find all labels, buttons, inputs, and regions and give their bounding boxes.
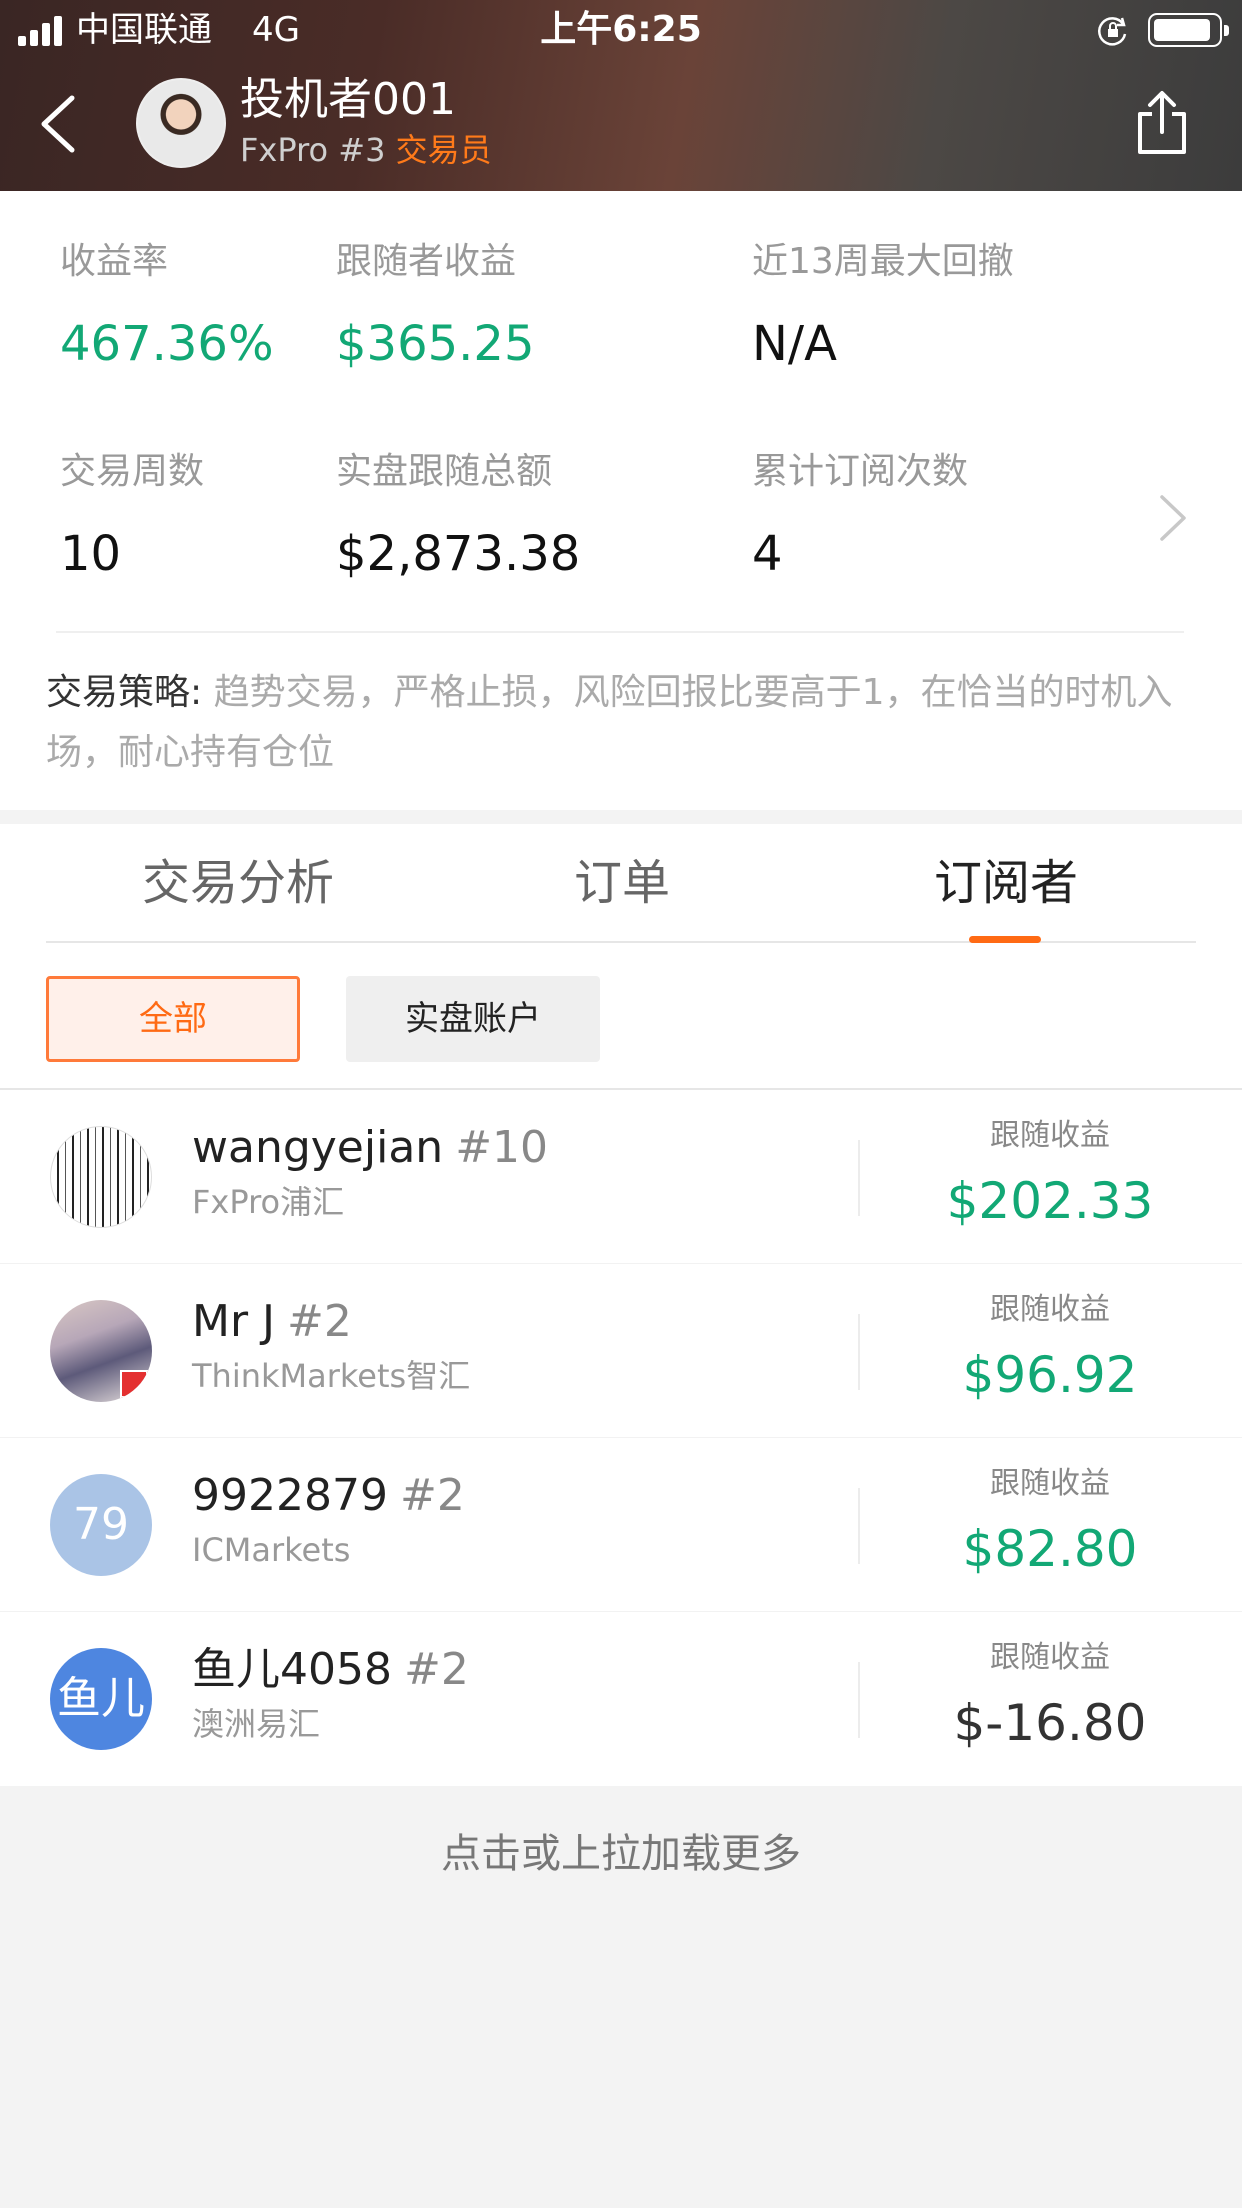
follow-profit-label: 跟随收益 (990, 1292, 1110, 1327)
subscriber-name-line: wangyejian #10 (192, 1120, 548, 1176)
filter-all-button[interactable]: 全部 (46, 976, 300, 1062)
chevron-right-icon[interactable] (1154, 491, 1190, 545)
subscriber-list: wangyejian #10 FxPro浦汇 跟随收益 $202.33 Mr J #… (0, 1090, 1242, 1786)
stats-panel[interactable]: 收益率 467.36% 跟随者收益 $365.25 近13周最大回撤 N/A 交… (0, 191, 1242, 810)
row-divider (858, 1662, 860, 1738)
tab-trading-analysis[interactable]: 交易分析 (142, 848, 334, 918)
subscriber-avatar: 鱼儿 (50, 1648, 152, 1750)
tab-orders[interactable]: 订单 (574, 848, 670, 918)
stat-value-follower-profit: $365.25 (336, 316, 535, 372)
follow-profit-value: $82.80 (962, 1520, 1138, 1578)
stat-label-return-rate: 收益率 (60, 241, 169, 282)
back-button[interactable] (30, 88, 90, 160)
subscriber-name-line: Mr J #2 (192, 1294, 352, 1350)
trader-avatar[interactable] (136, 78, 226, 168)
subscriber-row[interactable]: Mr J #2 ThinkMarkets智汇 跟随收益 $96.92 (0, 1264, 1242, 1438)
subscriber-name: 鱼儿4058 (192, 1644, 392, 1695)
subscriber-broker: ICMarkets (192, 1531, 351, 1569)
subscriber-name-line: 9922879 #2 (192, 1468, 465, 1524)
strategy-label: 交易策略: (46, 672, 203, 713)
trader-subtitle: FxPro #3 交易员 (240, 130, 492, 170)
row-divider (858, 1314, 860, 1390)
subscriber-avatar: 79 (50, 1474, 152, 1576)
flag-icon (120, 1370, 148, 1398)
stat-value-max-drawdown: N/A (752, 316, 837, 372)
row-divider (858, 1140, 860, 1216)
status-bar: 中国联通 4G 上午6:25 (0, 0, 1242, 62)
share-button[interactable] (1128, 88, 1196, 160)
follow-profit-label: 跟随收益 (990, 1118, 1110, 1153)
subscriber-name: wangyejian (192, 1122, 444, 1173)
subscriber-broker: ThinkMarkets智汇 (192, 1357, 471, 1395)
tabs-section: 交易分析 订单 订阅者 全部 实盘账户 (0, 824, 1242, 1090)
subscriber-avatar (50, 1126, 152, 1228)
app-root: 中国联通 4G 上午6:25 投机者001 FxPro #3 交易员 收益率 4… (0, 0, 1242, 2208)
subscriber-name: Mr J (192, 1296, 276, 1347)
rotation-lock-icon (1098, 17, 1127, 46)
filter-real-account-button[interactable]: 实盘账户 (346, 976, 600, 1062)
follow-profit-label: 跟随收益 (990, 1466, 1110, 1501)
follow-profit-value: $-16.80 (953, 1694, 1147, 1752)
stat-value-real-follow-total: $2,873.38 (336, 526, 581, 582)
trader-role: 交易员 (395, 131, 492, 169)
header: 中国联通 4G 上午6:25 投机者001 FxPro #3 交易员 (0, 0, 1242, 191)
strategy-text: 交易策略: 趋势交易，严格止损，风险回报比要高于1，在恰当的时机入场，耐心持有仓… (46, 663, 1196, 783)
follow-profit-value: $202.33 (946, 1172, 1154, 1230)
subscriber-name: 9922879 (192, 1470, 388, 1521)
subscriber-row[interactable]: 鱼儿 鱼儿4058 #2 澳洲易汇 跟随收益 $-16.80 (0, 1612, 1242, 1786)
stat-label-trading-weeks: 交易周数 (60, 451, 205, 492)
stat-label-follower-profit: 跟随者收益 (336, 241, 517, 282)
subscriber-avatar (50, 1300, 152, 1402)
follow-profit-value: $96.92 (962, 1346, 1138, 1404)
stat-value-return-rate: 467.36% (60, 316, 274, 372)
stat-value-trading-weeks: 10 (60, 526, 122, 582)
subscriber-rank: #2 (403, 1644, 469, 1695)
status-time: 上午6:25 (540, 9, 702, 50)
subscriber-broker: FxPro浦汇 (192, 1183, 345, 1221)
subscriber-row[interactable]: 79 9922879 #2 ICMarkets 跟随收益 $82.80 (0, 1438, 1242, 1612)
trader-name: 投机者001 (240, 74, 456, 125)
battery-icon (1148, 13, 1229, 47)
tab-subscribers[interactable]: 订阅者 (934, 848, 1078, 918)
subscriber-rank: #2 (287, 1296, 352, 1347)
stats-divider (56, 631, 1184, 633)
stat-value-subscription-count: 4 (752, 526, 783, 582)
trader-broker-rank: FxPro #3 (240, 131, 386, 169)
subscriber-rank: #10 (455, 1122, 549, 1173)
load-more-button[interactable]: 点击或上拉加载更多 (0, 1826, 1242, 1882)
subscriber-broker: 澳洲易汇 (192, 1705, 321, 1743)
subscriber-rank: #2 (399, 1470, 465, 1521)
active-tab-indicator (969, 936, 1041, 943)
stat-label-subscription-count: 累计订阅次数 (752, 451, 969, 492)
stat-label-max-drawdown: 近13周最大回撤 (752, 241, 1014, 282)
strategy-description: 趋势交易，严格止损，风险回报比要高于1，在恰当的时机入场，耐心持有仓位 (46, 672, 1173, 773)
subscriber-row[interactable]: wangyejian #10 FxPro浦汇 跟随收益 $202.33 (0, 1090, 1242, 1264)
stat-label-real-follow-total: 实盘跟随总额 (336, 451, 553, 492)
subscriber-name-line: 鱼儿4058 #2 (192, 1642, 469, 1698)
row-divider (858, 1488, 860, 1564)
follow-profit-label: 跟随收益 (990, 1640, 1110, 1675)
